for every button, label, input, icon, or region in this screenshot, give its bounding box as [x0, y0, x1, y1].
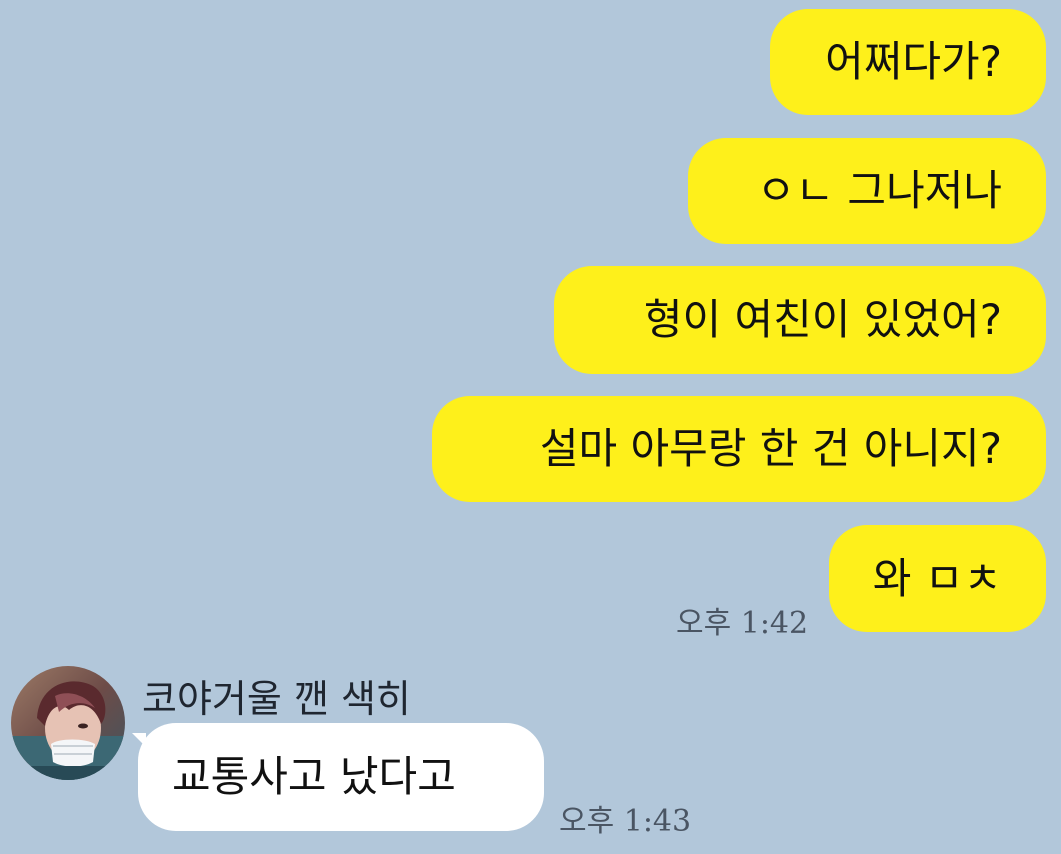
sent-message-bubble[interactable]: 형이 여친이 있었어? — [554, 266, 1046, 374]
message-text: 와 ㅁㅊ — [872, 553, 1002, 603]
message-timestamp: 오후 1:42 — [676, 606, 809, 641]
sent-message-bubble[interactable]: 와 ㅁㅊ — [829, 525, 1046, 632]
sent-message-bubble[interactable]: ㅇㄴ 그나저나 — [688, 138, 1046, 244]
message-text: ㅇㄴ 그나저나 — [756, 166, 1002, 215]
avatar[interactable] — [11, 666, 125, 780]
sender-name: 코야거울 깬 색히 — [142, 677, 411, 721]
message-timestamp: 오후 1:43 — [559, 804, 692, 839]
sent-message-bubble[interactable]: 어쩌다가? — [770, 9, 1046, 115]
message-text: 설마 아무랑 한 건 아니지? — [539, 424, 1002, 473]
message-text: 형이 여친이 있었어? — [643, 295, 1002, 344]
sent-message-bubble[interactable]: 설마 아무랑 한 건 아니지? — [432, 396, 1046, 502]
message-text: 어쩌다가? — [825, 37, 1002, 86]
profile-photo-icon — [11, 666, 125, 780]
message-text: 교통사고 났다고 — [172, 752, 456, 801]
received-message-bubble[interactable]: 교통사고 났다고 — [138, 723, 544, 831]
